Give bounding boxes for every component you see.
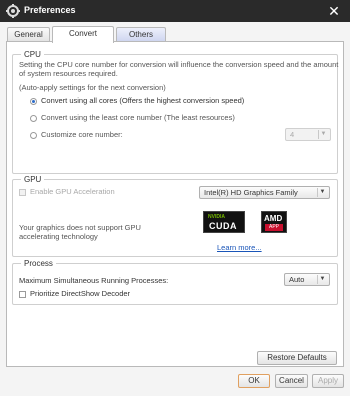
gpu-group-title: GPU <box>21 175 45 184</box>
process-group: Process Maximum Simultaneous Running Pro… <box>12 259 338 305</box>
max-processes-value: Auto <box>289 275 305 284</box>
cpu-group: CPU Setting the CPU core number for conv… <box>12 50 338 174</box>
apply-button[interactable]: Apply <box>312 374 344 388</box>
tab-convert[interactable]: Convert <box>52 26 114 43</box>
chevron-down-icon: ▼ <box>318 130 328 139</box>
gear-icon <box>6 4 20 18</box>
directshow-label[interactable]: Prioritize DirectShow Decoder <box>30 289 130 299</box>
app-text: APP <box>265 224 283 231</box>
title-bar: Preferences ✕ <box>0 0 350 22</box>
process-group-title: Process <box>21 259 56 268</box>
directshow-checkbox[interactable] <box>19 291 26 298</box>
gpu-group: GPU Enable GPU Acceleration Intel(R) HD … <box>12 175 338 257</box>
ok-button[interactable]: OK <box>238 374 270 388</box>
gpu-select[interactable]: Intel(R) HD Graphics Family ▼ <box>199 186 330 199</box>
chevron-down-icon: ▼ <box>317 275 327 284</box>
radio-custom-cores-label[interactable]: Customize core number: <box>41 130 123 140</box>
enable-gpu-label[interactable]: Enable GPU Acceleration <box>30 187 115 197</box>
tab-others[interactable]: Others <box>116 27 166 42</box>
tab-general[interactable]: General <box>7 27 50 42</box>
amd-app-logo: AMD APP <box>261 211 287 233</box>
learn-more-link[interactable]: Learn more... <box>217 243 262 252</box>
radio-all-cores-label[interactable]: Convert using all cores (Offers the high… <box>41 96 244 106</box>
core-number-value: 4 <box>290 130 295 139</box>
cuda-text: CUDA <box>209 221 237 231</box>
close-icon[interactable]: ✕ <box>325 3 343 19</box>
radio-least-cores[interactable] <box>30 115 37 122</box>
nvidia-text: NVIDIA <box>208 214 225 220</box>
dialog-body: General Convert Others CPU Setting the C… <box>0 22 350 396</box>
cpu-description-line2: of system resources required. <box>19 69 118 78</box>
cpu-group-title: CPU <box>21 50 44 59</box>
radio-least-cores-label[interactable]: Convert using the least core number (The… <box>41 113 235 123</box>
window-title: Preferences <box>24 5 76 15</box>
nvidia-cuda-logo: NVIDIA CUDA <box>203 211 245 233</box>
auto-apply-note: (Auto-apply settings for the next conver… <box>19 83 166 92</box>
chevron-down-icon: ▼ <box>317 188 327 197</box>
amd-text: AMD <box>264 214 283 223</box>
max-processes-select[interactable]: Auto ▼ <box>284 273 330 286</box>
restore-defaults-button[interactable]: Restore Defaults <box>257 351 337 365</box>
radio-all-cores[interactable] <box>30 98 37 105</box>
gpu-unsupported-line2: accelerating technology <box>19 232 98 241</box>
radio-custom-cores[interactable] <box>30 132 37 139</box>
gpu-select-value: Intel(R) HD Graphics Family <box>204 188 298 197</box>
core-number-select[interactable]: 4 ▼ <box>285 128 331 141</box>
enable-gpu-checkbox[interactable] <box>19 189 26 196</box>
convert-panel: CPU Setting the CPU core number for conv… <box>6 41 344 367</box>
max-processes-label: Maximum Simultaneous Running Processes: <box>19 276 169 285</box>
cancel-button[interactable]: Cancel <box>275 374 308 388</box>
